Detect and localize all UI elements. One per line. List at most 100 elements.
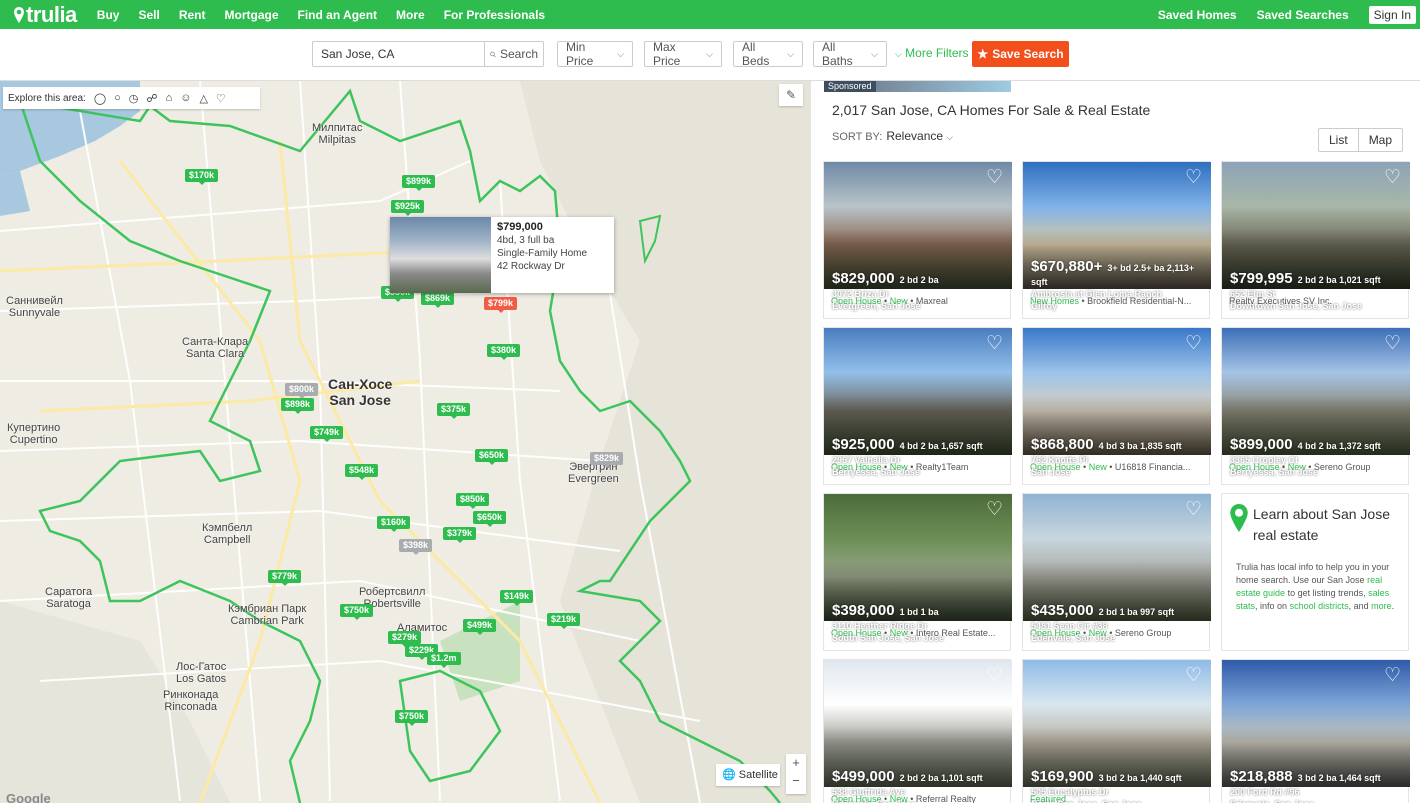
map-price-pin[interactable]: $850k — [456, 493, 490, 509]
heart-icon[interactable]: ♡ — [986, 498, 1003, 521]
listing-card[interactable]: ♡ $925,000 4 bd 2 ba 1,657 sqft 2967 Valhal… — [823, 327, 1012, 485]
nav-rent[interactable]: Rent — [179, 8, 206, 22]
draw-pencil-icon[interactable]: ✎ — [779, 84, 803, 106]
heart-icon[interactable]: ♡ — [1384, 166, 1401, 189]
map-price-pin[interactable]: $750k — [340, 604, 374, 620]
map-price-pin[interactable]: $899k — [402, 175, 436, 191]
satellite-label: Satellite — [738, 769, 778, 781]
more-filters-button[interactable]: ⌵ More Filters — [895, 46, 969, 60]
home-icon[interactable]: ⌂ — [166, 92, 173, 105]
map-price-pin[interactable]: $375k — [437, 403, 471, 419]
zoom-in-button[interactable]: + — [786, 754, 806, 772]
nav-sell[interactable]: Sell — [138, 8, 159, 22]
crime-icon[interactable]: ◯ — [94, 92, 106, 105]
sort-by[interactable]: SORT BY: Relevance ⌵ — [832, 129, 953, 143]
commute-icon[interactable]: ◷ — [129, 92, 139, 105]
more-link[interactable]: more — [1371, 601, 1392, 611]
search-button[interactable]: Search — [484, 41, 544, 67]
baths-label: All Baths — [822, 40, 853, 68]
heart-icon[interactable]: ♡ — [1185, 498, 1202, 521]
people-icon[interactable]: ☺ — [180, 92, 191, 105]
nav-more[interactable]: More — [396, 8, 425, 22]
map-price-pin[interactable]: $779k — [268, 570, 302, 586]
sponsored-banner[interactable]: Sponsored — [824, 81, 1011, 92]
sign-in-button[interactable]: Sign In — [1368, 5, 1416, 24]
max-price-select[interactable]: Max Price ⌵ — [644, 40, 722, 68]
heart-icon[interactable]: ♡ — [986, 664, 1003, 687]
heart-icon[interactable]: ♡ — [1185, 332, 1202, 355]
listing-area: Edenvale, San Jose — [1031, 633, 1116, 643]
list-view-button[interactable]: List — [1319, 129, 1358, 151]
listing-card[interactable]: ♡ $829,000 2 bd 2 ba 3072 Briza Dr Evergreen… — [823, 161, 1012, 319]
save-search-button[interactable]: ★ Save Search — [972, 41, 1069, 67]
listing-card[interactable]: ♡ $799,995 2 bd 2 ba 1,021 sqft 652 Elm St D… — [1221, 161, 1410, 319]
map-price-pin[interactable]: $499k — [463, 619, 497, 635]
listing-beds-baths: 2 bd 2 ba 1,021 sqft — [1297, 275, 1381, 285]
school-districts-link[interactable]: school districts — [1290, 601, 1349, 611]
listing-area: Edenvale, San Jose — [832, 798, 983, 803]
zoom-out-button[interactable]: − — [786, 772, 806, 790]
chevron-down-icon: ⌵ — [787, 48, 794, 59]
map-price-pin[interactable]: $800k — [285, 383, 319, 399]
map-price-pin[interactable]: $379k — [443, 527, 477, 543]
map-price-pin-selected[interactable]: $799k — [484, 297, 518, 313]
map-price-pin[interactable]: $869k — [421, 292, 455, 308]
map-price-pin[interactable]: $925k — [391, 200, 425, 216]
nav-mortgage[interactable]: Mortgage — [225, 8, 279, 22]
map-price-pin[interactable]: $650k — [473, 511, 507, 527]
listing-address: 762 Knotts Pl — [1031, 455, 1089, 465]
map-price-pin[interactable]: $750k — [395, 710, 429, 726]
listing-overlay: $499,000 2 bd 2 ba 1,101 sqft 538 Giuffrid… — [832, 768, 983, 803]
heart-icon[interactable]: ♡ — [1185, 664, 1202, 687]
nav-for-professionals[interactable]: For Professionals — [444, 8, 545, 22]
shopping-icon[interactable]: ☍ — [146, 92, 157, 105]
listing-card[interactable]: ♡ $670,880+ 3+ bd 2.5+ ba 2,113+ sqft Ambro… — [1022, 161, 1211, 319]
map-price-pin[interactable]: $898k — [281, 398, 315, 414]
listing-area: Evergreen, San Jose — [832, 301, 921, 311]
hazard-icon[interactable]: △ — [199, 92, 207, 105]
nav-find-agent[interactable]: Find an Agent — [298, 8, 378, 22]
listing-card[interactable]: ♡ $435,000 2 bd 1 ba 997 sqft 5481 Sean Cir… — [1022, 493, 1211, 651]
city-label: Милпитас Milpitas — [312, 122, 363, 146]
listing-popup[interactable]: $799,000 4bd, 3 full ba Single-Family Ho… — [390, 217, 614, 293]
trulia-logo[interactable]: trulia — [14, 2, 77, 28]
listing-address: 652 Elm St — [1230, 289, 1276, 299]
map-price-pin[interactable]: $380k — [487, 344, 521, 360]
listing-card[interactable]: ♡ $218,888 3 bd 2 ba 1,464 sqft 200 Ford Rd… — [1221, 659, 1410, 803]
map-price-pin[interactable]: $170k — [185, 169, 219, 185]
min-price-select[interactable]: Min Price ⌵ — [557, 40, 633, 68]
map-price-pin[interactable]: $1.2m — [427, 652, 461, 668]
heart-icon[interactable]: ♡ — [1384, 664, 1401, 687]
map-price-pin[interactable]: $650k — [475, 449, 509, 465]
location-input[interactable]: San Jose, CA — [312, 41, 485, 67]
listing-card[interactable]: ♡ $169,900 3 bd 2 ba 1,440 sqft 505 Eucalyp… — [1022, 659, 1211, 803]
map-price-pin[interactable]: $149k — [500, 590, 534, 606]
baths-select[interactable]: All Baths ⌵ — [813, 40, 887, 68]
listing-card[interactable]: ♡ $398,000 1 bd 1 ba 3110 Heather Ridge Dr S… — [823, 493, 1012, 651]
map-price-pin[interactable]: $279k — [388, 631, 422, 647]
heart-icon[interactable]: ♡ — [986, 332, 1003, 355]
saved-searches-link[interactable]: Saved Searches — [1257, 8, 1349, 22]
listing-card[interactable]: ♡ $499,000 2 bd 2 ba 1,101 sqft 538 Giuffri… — [823, 659, 1012, 803]
nav-buy[interactable]: Buy — [97, 8, 120, 22]
listing-overlay: $829,000 2 bd 2 ba 3072 Briza Dr Evergreen,… — [832, 270, 939, 312]
map-price-pin[interactable]: $829k — [590, 452, 624, 468]
map-price-pin[interactable]: $219k — [547, 613, 581, 629]
map-view-button[interactable]: Map — [1357, 129, 1402, 151]
school-icon[interactable]: ○ — [114, 92, 121, 105]
heart-icon[interactable]: ♡ — [1384, 332, 1401, 355]
learn-title: Learn about San Jose real estate — [1253, 506, 1390, 543]
satellite-toggle[interactable]: 🌐 Satellite — [716, 764, 780, 786]
map-price-pin[interactable]: $160k — [377, 516, 411, 532]
saved-homes-link[interactable]: Saved Homes — [1158, 8, 1237, 22]
listing-card[interactable]: ♡ $868,800 4 bd 3 ba 1,835 sqft 762 Knotts … — [1022, 327, 1211, 485]
map-price-pin[interactable]: $749k — [310, 426, 344, 442]
map-price-pin[interactable]: $548k — [345, 464, 379, 480]
map-price-pin[interactable]: $398k — [399, 539, 433, 555]
map[interactable]: Explore this area: ◯ ○ ◷ ☍ ⌂ ☺ △ ♡ ✎ Мил… — [0, 81, 811, 803]
heart-icon[interactable]: ♡ — [986, 166, 1003, 189]
health-icon[interactable]: ♡ — [216, 92, 226, 105]
heart-icon[interactable]: ♡ — [1185, 166, 1202, 189]
listing-card[interactable]: ♡ $899,000 4 bd 2 ba 1,372 sqft 3365 Crople… — [1221, 327, 1410, 485]
beds-select[interactable]: All Beds ⌵ — [733, 40, 803, 68]
